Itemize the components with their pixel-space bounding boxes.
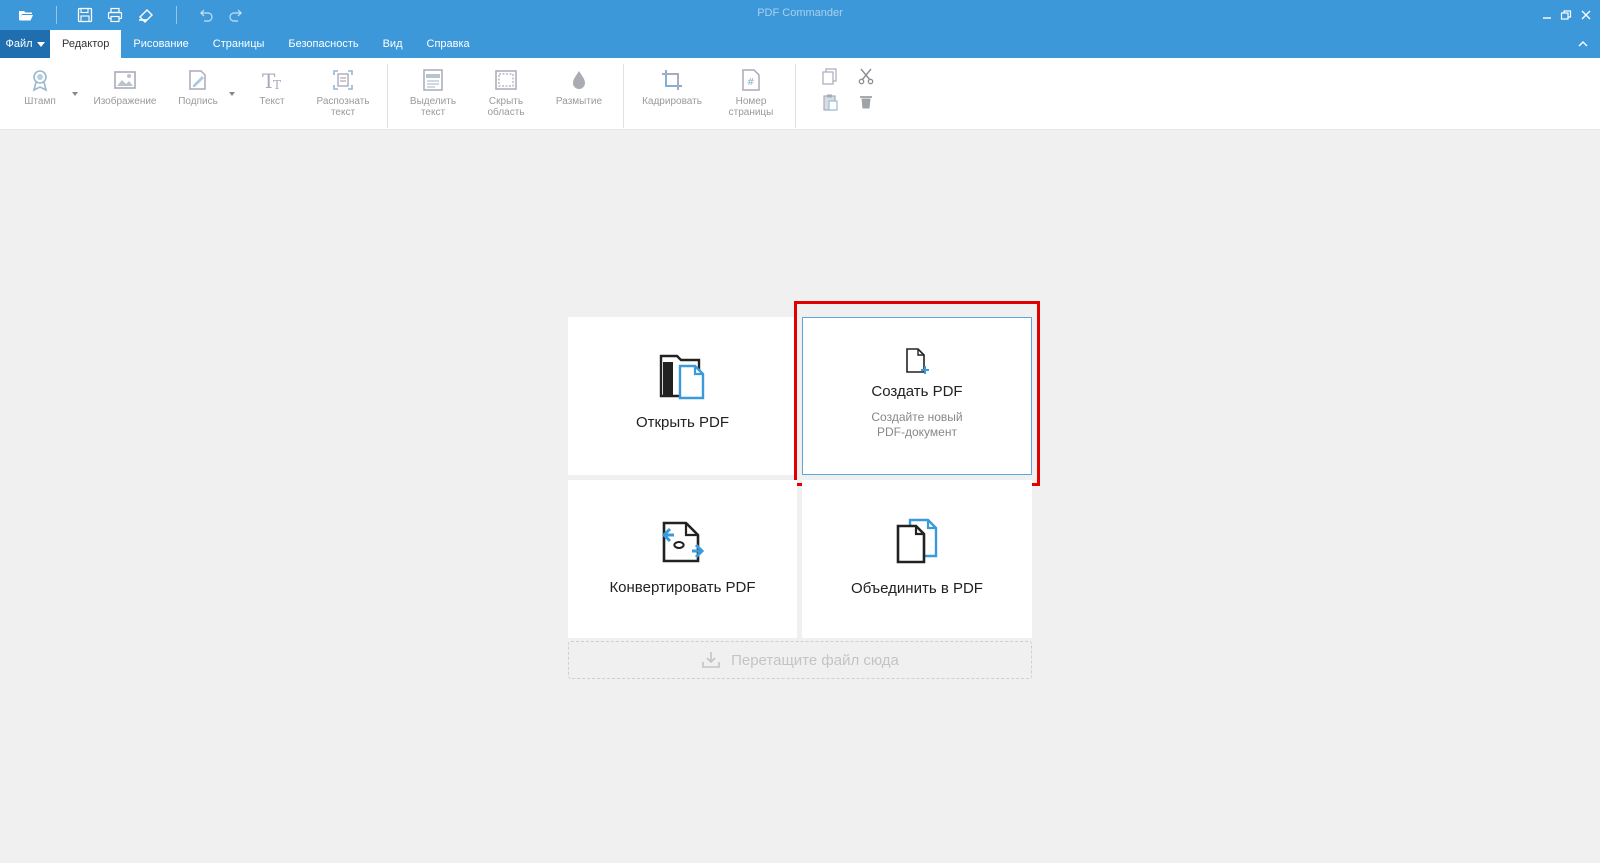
page-number-button[interactable]: # Номер страницы: [720, 64, 782, 126]
image-button[interactable]: Изображение: [90, 64, 160, 126]
restore-icon[interactable]: [1557, 6, 1575, 24]
folder-open-icon[interactable]: [14, 4, 38, 26]
hide-area-label: Скрыть область: [487, 96, 525, 118]
tab-help[interactable]: Справка: [415, 30, 482, 58]
signature-icon: [183, 64, 213, 96]
tab-drawing[interactable]: Рисование: [121, 30, 200, 58]
crop-icon: [657, 64, 687, 96]
select-text-label: Выделить текст: [409, 96, 457, 118]
ocr-icon: [328, 64, 358, 96]
signature-dropdown-icon[interactable]: [229, 92, 235, 96]
ribbon-toolbar: Штамп Изображение Подпись TT Текст Распо…: [0, 58, 1600, 130]
crop-label: Кадрировать: [642, 96, 702, 107]
tab-security[interactable]: Безопасность: [276, 30, 370, 58]
image-label: Изображение: [93, 96, 157, 107]
ribbon-separator: [387, 64, 388, 128]
hide-area-icon: [491, 64, 521, 96]
menu-bar: Файл Редактор Рисование Страницы Безопас…: [0, 30, 1600, 58]
window-title: PDF Commander: [757, 7, 843, 19]
page-number-label: Номер страницы: [728, 96, 774, 118]
text-button[interactable]: TT Текст: [250, 64, 294, 126]
print-icon[interactable]: [103, 4, 127, 26]
blur-button[interactable]: Размытие: [549, 64, 609, 126]
tab-editor[interactable]: Редактор: [50, 30, 122, 58]
chevron-up-icon[interactable]: [1574, 35, 1592, 53]
merge-pdf-tile[interactable]: Объединить в PDF: [802, 480, 1032, 638]
cut-icon[interactable]: [856, 66, 876, 86]
drop-zone[interactable]: Перетащите файл сюда: [568, 641, 1032, 679]
ocr-button[interactable]: Распознать текст: [308, 64, 378, 126]
select-text-icon: [418, 64, 448, 96]
convert-pdf-icon: [660, 519, 706, 565]
signature-label: Подпись: [178, 96, 218, 107]
ribbon-separator: [795, 64, 796, 128]
tab-view[interactable]: Вид: [371, 30, 415, 58]
page-number-icon: #: [736, 64, 766, 96]
redo-icon[interactable]: [224, 4, 248, 26]
download-icon: [702, 652, 720, 668]
svg-text:#: #: [747, 77, 755, 88]
open-pdf-title: Открыть PDF: [635, 414, 730, 431]
undo-icon[interactable]: [194, 4, 218, 26]
stamp-button[interactable]: Штамп: [18, 64, 62, 126]
paste-icon[interactable]: [820, 92, 840, 112]
convert-pdf-tile[interactable]: Конвертировать PDF: [568, 480, 797, 638]
delete-icon[interactable]: [856, 92, 876, 112]
file-menu-label: Файл: [5, 38, 33, 50]
title-bar: PDF Commander: [0, 0, 1600, 30]
chevron-down-icon: [36, 41, 45, 47]
copy-icon[interactable]: [820, 66, 840, 86]
stamp-dropdown-icon[interactable]: [72, 92, 78, 96]
text-icon: TT: [257, 64, 287, 96]
svg-text:T: T: [273, 78, 281, 92]
open-pdf-tile[interactable]: Открыть PDF: [568, 317, 797, 475]
blur-label: Размытие: [555, 96, 603, 107]
blur-icon: [564, 64, 594, 96]
minimize-icon[interactable]: [1538, 6, 1556, 24]
select-text-button[interactable]: Выделить текст: [404, 64, 462, 126]
tab-pages[interactable]: Страницы: [201, 30, 277, 58]
image-icon: [110, 64, 140, 96]
ribbon-separator: [623, 64, 624, 128]
drop-zone-label: Перетащите файл сюда: [731, 651, 899, 669]
ocr-label: Распознать текст: [316, 96, 370, 118]
highlight-frame: [794, 301, 1040, 486]
hide-area-button[interactable]: Скрыть область: [476, 64, 536, 126]
convert-pdf-title: Конвертировать PDF: [609, 579, 756, 596]
save-icon[interactable]: [73, 4, 97, 26]
close-icon[interactable]: [1577, 6, 1595, 24]
crop-button[interactable]: Кадрировать: [637, 64, 707, 126]
stamp-icon: [25, 64, 55, 96]
stamp-label: Штамп: [24, 96, 56, 107]
merge-pdf-title: Объединить в PDF: [851, 580, 983, 597]
file-menu-button[interactable]: Файл: [0, 30, 50, 58]
scan-icon[interactable]: [134, 4, 158, 26]
signature-button[interactable]: Подпись: [174, 64, 222, 126]
open-pdf-icon: [659, 354, 707, 400]
text-label: Текст: [259, 96, 285, 107]
ribbon-tabs: Редактор Рисование Страницы Безопасность…: [50, 30, 482, 58]
merge-pdf-icon: [894, 518, 940, 564]
